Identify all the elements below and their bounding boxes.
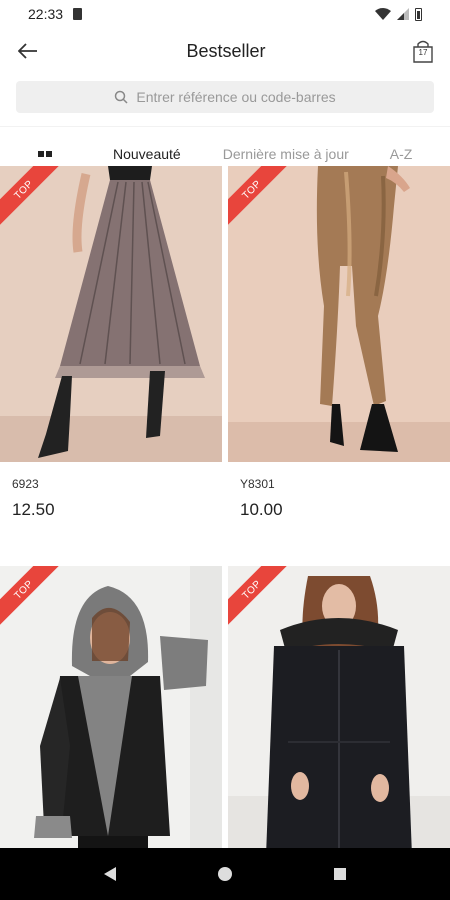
sim-card-icon [73, 8, 83, 20]
tab-last-updated[interactable]: Dernière mise à jour [223, 146, 349, 162]
wifi-icon [375, 8, 391, 20]
search-bar: Entrer référence ou code-barres [0, 74, 450, 120]
back-button[interactable] [16, 39, 40, 63]
grid-view-icon [38, 150, 44, 157]
top-badge: TOP [0, 566, 60, 626]
top-badge: TOP [228, 166, 288, 226]
top-badge: TOP [0, 166, 60, 226]
cart-count-badge: 17 [418, 48, 428, 57]
product-card[interactable]: TOP 6923 12.50 [0, 166, 222, 566]
home-circle-icon[interactable] [217, 866, 233, 882]
signal-icon [397, 8, 409, 20]
product-price: 12.50 [12, 500, 55, 519]
product-image-leggings[interactable]: TOP [228, 166, 450, 462]
search-input[interactable]: Entrer référence ou code-barres [16, 81, 434, 113]
product-reference: 6923 [12, 477, 39, 491]
product-card[interactable]: TOP [228, 566, 450, 862]
page-title: Bestseller [186, 40, 266, 61]
search-placeholder: Entrer référence ou code-barres [136, 89, 336, 105]
app-header: Bestseller 17 [0, 28, 450, 74]
product-card[interactable]: TOP [0, 566, 222, 862]
battery-icon [415, 7, 422, 21]
product-image-skirt[interactable]: TOP [0, 166, 222, 462]
recents-square-icon[interactable] [333, 867, 347, 881]
status-bar: 22:33 [0, 0, 450, 28]
system-navigation-bar [0, 848, 450, 900]
search-icon [115, 90, 128, 104]
product-grid: TOP 6923 12.50 TOP Y8301 10.00 TOP TOP [0, 166, 450, 862]
grid-view-icon-part [46, 150, 52, 157]
cart-button[interactable]: 17 [412, 39, 434, 63]
product-price: 10.00 [240, 500, 283, 519]
top-badge: TOP [228, 566, 288, 626]
status-time: 22:33 [28, 6, 64, 22]
product-image-parka[interactable]: TOP [228, 566, 450, 862]
product-card[interactable]: TOP Y8301 10.00 [228, 166, 450, 566]
back-triangle-icon[interactable] [103, 866, 117, 882]
product-reference: Y8301 [240, 477, 275, 491]
product-image-fur-jacket[interactable]: TOP [0, 566, 222, 862]
grid-view-toggle[interactable] [0, 150, 90, 157]
arrow-left-icon [18, 43, 37, 59]
tab-a-z[interactable]: A-Z [390, 146, 413, 162]
tab-newest[interactable]: Nouveauté [113, 146, 181, 162]
